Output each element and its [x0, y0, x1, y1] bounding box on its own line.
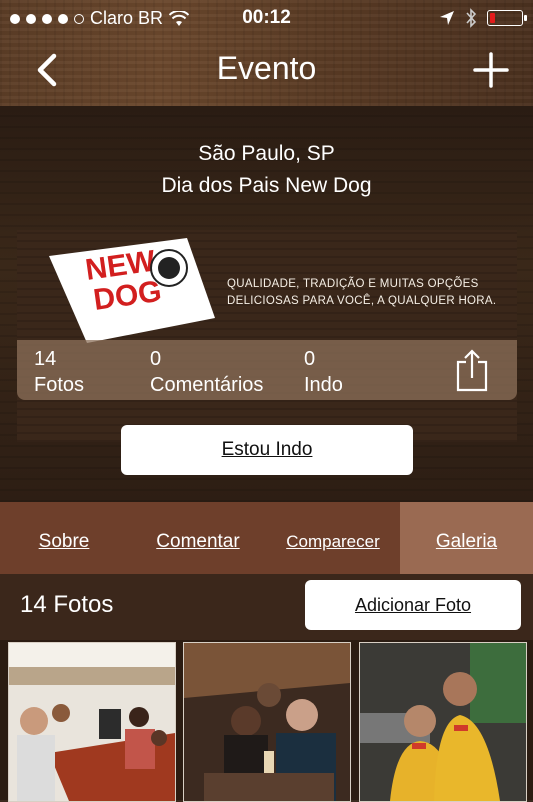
stat-value: 0 [150, 348, 162, 370]
tab-attend[interactable]: Comparecer [268, 502, 398, 574]
gallery-header: 14 Fotos Adicionar Foto [0, 574, 533, 640]
location-arrow-icon [440, 11, 454, 25]
stat-comments[interactable]: 0 Comentários [150, 346, 263, 398]
event-info: São Paulo, SP Dia dos Pais New Dog [0, 138, 533, 202]
share-icon[interactable] [455, 348, 489, 392]
photo-gallery [0, 640, 533, 802]
tab-bar: Sobre Comentar Comparecer Galeria [0, 502, 533, 574]
stat-label: Indo [304, 374, 343, 396]
photo-count: 14 Fotos [20, 591, 114, 618]
event-location: São Paulo, SP [198, 142, 335, 165]
event-stats: 14 Fotos 0 Comentários 0 Indo [17, 340, 517, 400]
event-banner-image: NEW DOG QUALIDADE, TRADIÇÃO E MUITAS OPÇ… [17, 230, 517, 442]
status-right [439, 8, 527, 28]
new-dog-logo: NEW DOG [49, 238, 215, 343]
going-button[interactable]: Estou Indo [121, 425, 413, 475]
event-header: São Paulo, SP Dia dos Pais New Dog NEW D… [0, 106, 533, 502]
tab-about[interactable]: Sobre [0, 502, 128, 574]
add-photo-button[interactable]: Adicionar Foto [305, 580, 521, 630]
status-bar: Claro BR 00:12 [0, 0, 533, 38]
stat-going[interactable]: 0 Indo [304, 346, 343, 398]
plus-icon[interactable] [471, 50, 511, 90]
battery-level [490, 13, 495, 23]
banner-slogan: QUALIDADE, TRADIÇÃO E MUITAS OPÇÕES DELI… [227, 278, 497, 307]
event-name: Dia dos Pais New Dog [161, 174, 372, 197]
stat-label: Comentários [150, 374, 264, 396]
page-title: Evento [216, 50, 317, 86]
stat-label: Fotos [34, 374, 85, 396]
stat-photos[interactable]: 14 Fotos [34, 346, 84, 398]
stat-value: 0 [304, 348, 316, 370]
photo-thumbnail[interactable] [8, 642, 176, 802]
tab-gallery[interactable]: Galeria [400, 502, 533, 574]
photo-thumbnail[interactable] [359, 642, 527, 802]
stat-value: 14 [34, 348, 57, 370]
bluetooth-icon [466, 8, 477, 28]
photo-thumbnail[interactable] [183, 642, 351, 802]
navigation-bar: Evento [0, 38, 533, 106]
tab-comment[interactable]: Comentar [128, 502, 268, 574]
battery-icon [487, 10, 527, 26]
